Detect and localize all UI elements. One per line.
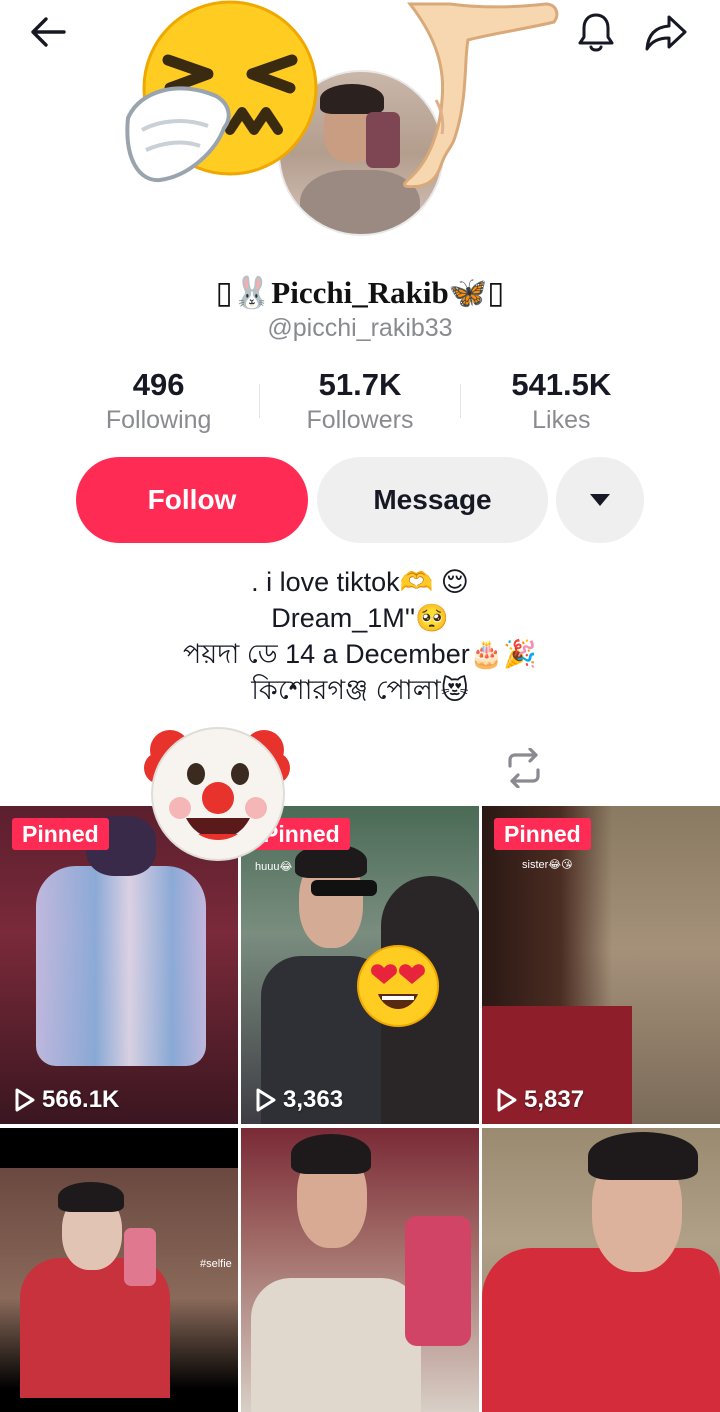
jersey-figure <box>36 866 206 1066</box>
pinned-badge: Pinned <box>494 818 591 850</box>
phone-figure <box>124 1228 156 1286</box>
play-icon <box>15 1088 35 1112</box>
dropdown-caret-icon <box>590 494 610 506</box>
bio-line: Dream_1M''🥺 <box>271 603 449 633</box>
bell-icon <box>578 13 614 52</box>
notifications-button[interactable] <box>572 8 620 56</box>
followers-count: 51.7K <box>318 367 402 402</box>
follow-button[interactable]: Follow <box>76 457 308 543</box>
profile-stats: 496 Following 51.7K Followers 541.5K Lik… <box>58 366 662 440</box>
stat-divider <box>259 384 260 418</box>
repost-icon <box>508 748 540 788</box>
tab-reposts[interactable] <box>500 744 548 792</box>
following-label: Following <box>105 406 212 434</box>
hair-figure <box>588 1132 698 1180</box>
heart-eyes-face-sticker <box>357 945 439 1027</box>
video-tile[interactable]: sister😂😘 Pinned 5,837 <box>482 806 720 1124</box>
view-count: 5,837 <box>496 1086 584 1114</box>
share-icon <box>645 15 687 51</box>
message-button[interactable]: Message <box>317 457 548 543</box>
likes-label: Likes <box>532 406 591 434</box>
hair-figure <box>291 1134 371 1174</box>
play-icon <box>256 1088 276 1112</box>
following-stat[interactable]: 496 Following <box>58 366 259 440</box>
leg-sticker <box>403 2 559 188</box>
red-shirt-figure <box>482 1248 720 1412</box>
bio-line: কিশোরগঞ্জ পোলা😻 <box>251 675 469 705</box>
likes-count: 541.5K <box>511 367 612 402</box>
followers-stat[interactable]: 51.7K Followers <box>259 366 460 440</box>
following-count: 496 <box>132 367 185 402</box>
view-count-value: 3,363 <box>283 1086 344 1113</box>
pinned-badge: Pinned <box>12 818 109 850</box>
phone-figure <box>405 1216 471 1346</box>
sneezing-face-sticker <box>125 0 318 183</box>
more-options-button[interactable] <box>556 457 644 543</box>
video-caption: sister😂😘 <box>522 859 573 871</box>
username-handle: @picchi_rakib33 <box>267 314 453 342</box>
back-button[interactable] <box>24 8 72 56</box>
stat-divider <box>460 384 461 418</box>
back-arrow-icon <box>31 17 66 47</box>
shirt-figure <box>251 1278 421 1412</box>
bio-line: পয়দা ডে 14 a December🎂🎉 <box>183 639 537 669</box>
view-count: 3,363 <box>255 1086 343 1114</box>
view-count: 566.1K <box>14 1086 119 1114</box>
sunglasses-figure <box>311 880 377 896</box>
video-caption: #selfie <box>200 1258 232 1270</box>
likes-stat[interactable]: 541.5K Likes <box>461 366 662 440</box>
profile-bio: . i love tiktok🫶 😌 Dream_1M''🥺 পয়দা ডে … <box>0 564 720 708</box>
clown-face-sticker <box>144 727 290 861</box>
play-icon <box>497 1088 517 1112</box>
share-button[interactable] <box>642 8 690 56</box>
bio-line: . i love tiktok🫶 😌 <box>251 567 469 597</box>
video-tile[interactable] <box>241 1128 479 1412</box>
video-tile[interactable] <box>482 1128 720 1412</box>
followers-label: Followers <box>306 406 414 434</box>
display-name: ▯🐰Picchi_Rakib🦋▯ <box>215 275 505 310</box>
view-count-value: 566.1K <box>42 1086 120 1113</box>
view-count-value: 5,837 <box>524 1086 585 1113</box>
hair-figure <box>58 1182 124 1212</box>
video-tile[interactable]: #selfie <box>0 1128 238 1412</box>
profile-tabs <box>0 730 720 806</box>
